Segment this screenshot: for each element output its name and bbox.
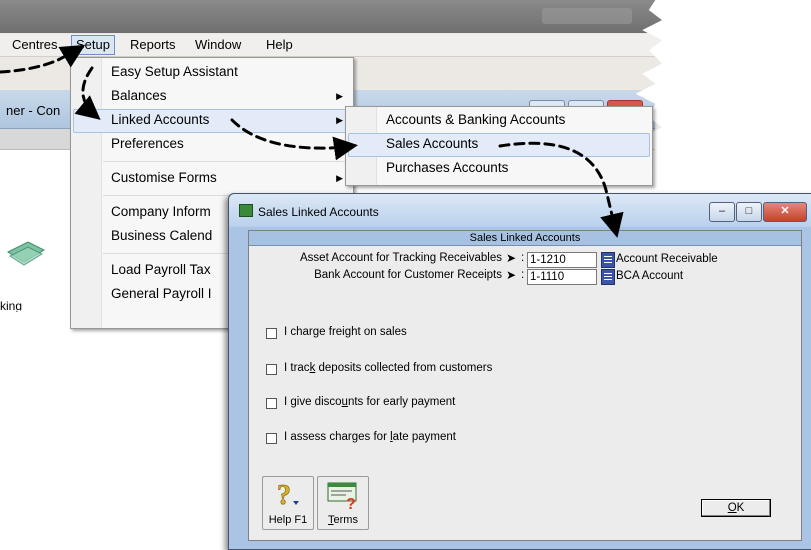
colon-label: : <box>521 252 525 264</box>
close-button[interactable]: ✕ <box>763 202 807 222</box>
terms-button-label: Terms <box>328 514 358 526</box>
panel-header: Sales Linked Accounts <box>249 231 801 246</box>
ok-button[interactable]: OK <box>701 499 771 517</box>
menu-item-load-payroll-tax[interactable]: Load Payroll Tax <box>111 259 211 281</box>
asset-account-name: Account Receivable <box>616 253 718 265</box>
child-window-title: ner - Con <box>6 103 61 118</box>
menu-bar: Centres Setup Reports Window Help <box>0 34 662 57</box>
maximize-button[interactable]: □ <box>736 202 762 222</box>
app-icon <box>239 204 253 217</box>
terms-button[interactable]: ? Terms <box>317 476 369 530</box>
terms-icon: ? <box>327 482 357 510</box>
discounts-label: I give discounts for early payment <box>284 396 456 408</box>
asset-account-field[interactable]: 1-1210 <box>527 252 597 268</box>
menu-item-balances[interactable]: Balances <box>111 85 167 107</box>
deposits-checkbox[interactable] <box>266 364 277 375</box>
arrow-right-icon: ➤ <box>506 251 517 265</box>
menu-item-business-calendar[interactable]: Business Calend <box>111 225 212 247</box>
bank-account-label: Bank Account for Customer Receipts <box>314 269 502 281</box>
window-controls <box>542 8 632 24</box>
menu-item-customise-forms[interactable]: Customise Forms <box>111 167 217 189</box>
bank-account-name: BCA Account <box>616 270 684 282</box>
lookup-list-icon[interactable] <box>601 269 615 285</box>
accountant-label: ccountan <box>2 357 59 373</box>
submenu-arrow-icon: ▶ <box>336 173 343 183</box>
menu-reports[interactable]: Reports <box>126 36 180 54</box>
banking-label: king <box>0 299 23 313</box>
menu-setup[interactable]: Setup <box>71 35 115 55</box>
svg-text:?: ? <box>346 496 356 510</box>
late-charges-checkbox[interactable] <box>266 433 277 444</box>
dialog-title-bar: Sales Linked Accounts – □ ✕ <box>229 194 811 227</box>
menu-item-company-information[interactable]: Company Inform <box>111 201 211 223</box>
linked-accounts-submenu: Accounts & Banking Accounts Sales Accoun… <box>345 106 653 186</box>
arrow-right-icon: ➤ <box>506 268 517 282</box>
banking-icon[interactable] <box>6 238 46 268</box>
menu-item-purchases-accounts[interactable]: Purchases Accounts <box>386 157 508 179</box>
freight-checkbox[interactable] <box>266 328 277 339</box>
deposits-label: I track deposits collected from customer… <box>284 362 493 374</box>
lookup-list-icon[interactable] <box>601 252 615 268</box>
app-title-bar <box>0 0 662 33</box>
menu-item-accounts-banking[interactable]: Accounts & Banking Accounts <box>386 109 565 131</box>
freight-label: I charge freight on sales <box>284 326 407 338</box>
discounts-checkbox[interactable] <box>266 398 277 409</box>
submenu-arrow-icon: ▶ <box>336 91 343 101</box>
svg-text:?: ? <box>277 480 291 510</box>
menu-centres[interactable]: Centres <box>8 36 62 54</box>
menu-item-sales-accounts[interactable]: Sales Accounts <box>386 133 478 155</box>
menu-help[interactable]: Help <box>262 36 297 54</box>
linked-accounts-panel: Sales Linked Accounts Asset Account for … <box>248 230 802 467</box>
colon-label: : <box>521 269 525 281</box>
late-charges-label: I assess charges for late payment <box>284 431 456 443</box>
menu-item-general-payroll[interactable]: General Payroll I <box>111 283 212 305</box>
menu-separator <box>103 161 349 162</box>
help-button-label: Help F1 <box>268 514 308 526</box>
help-icon: ? <box>277 480 299 510</box>
menu-item-linked-accounts[interactable]: Linked Accounts <box>111 109 209 131</box>
menu-window[interactable]: Window <box>191 36 245 54</box>
sales-linked-accounts-dialog: Sales Linked Accounts – □ ✕ Sales Linked… <box>228 193 811 550</box>
asset-account-label: Asset Account for Tracking Receivables <box>300 252 502 264</box>
menu-item-easy-setup-assistant[interactable]: Easy Setup Assistant <box>111 61 238 83</box>
submenu-arrow-icon: ▶ <box>336 115 343 125</box>
dialog-title: Sales Linked Accounts <box>258 205 379 219</box>
menu-item-preferences[interactable]: Preferences <box>111 133 184 155</box>
help-button[interactable]: ? Help F1 <box>262 476 314 530</box>
bank-account-field[interactable]: 1-1110 <box>527 269 597 285</box>
minimize-button[interactable]: – <box>709 202 735 222</box>
